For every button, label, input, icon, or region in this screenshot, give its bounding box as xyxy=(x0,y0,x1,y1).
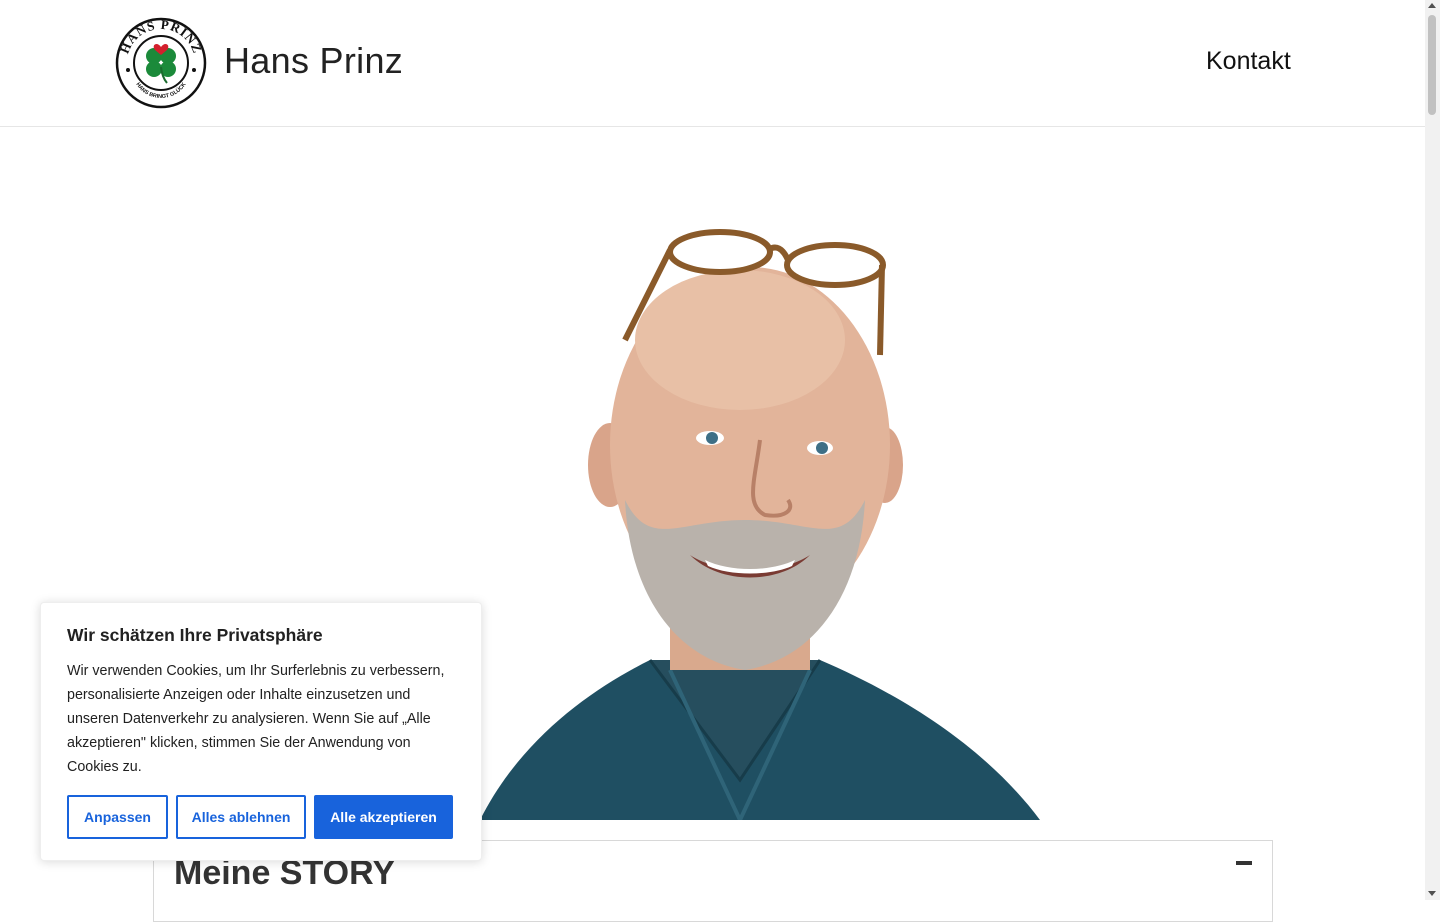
scroll-down-arrow-icon[interactable] xyxy=(1428,891,1436,896)
cookie-text: Wir verwenden Cookies, um Ihr Surferlebn… xyxy=(67,663,445,775)
customize-button[interactable]: Anpassen xyxy=(67,795,168,839)
site-header: HANS PRINZ HANS BRINGT GLÜCK Hans Prinz … xyxy=(0,0,1425,127)
logo[interactable]: HANS PRINZ HANS BRINGT GLÜCK xyxy=(115,17,207,109)
cookie-consent-banner: Wir schätzen Ihre Privatsphäre Wir verwe… xyxy=(40,602,482,861)
hero-portrait-image xyxy=(480,229,1040,820)
accept-all-button[interactable]: Alle akzeptieren xyxy=(314,795,453,839)
reject-all-button[interactable]: Alles ablehnen xyxy=(176,795,306,839)
cookie-title: Wir schätzen Ihre Privatsphäre xyxy=(67,625,323,645)
scrollbar-thumb[interactable] xyxy=(1428,15,1436,115)
site-title[interactable]: Hans Prinz xyxy=(224,40,403,82)
nav-kontakt-link[interactable]: Kontakt xyxy=(1206,47,1291,76)
scroll-up-arrow-icon[interactable] xyxy=(1428,3,1436,8)
scrollbar[interactable] xyxy=(1425,0,1440,900)
minus-icon[interactable] xyxy=(1236,861,1252,865)
